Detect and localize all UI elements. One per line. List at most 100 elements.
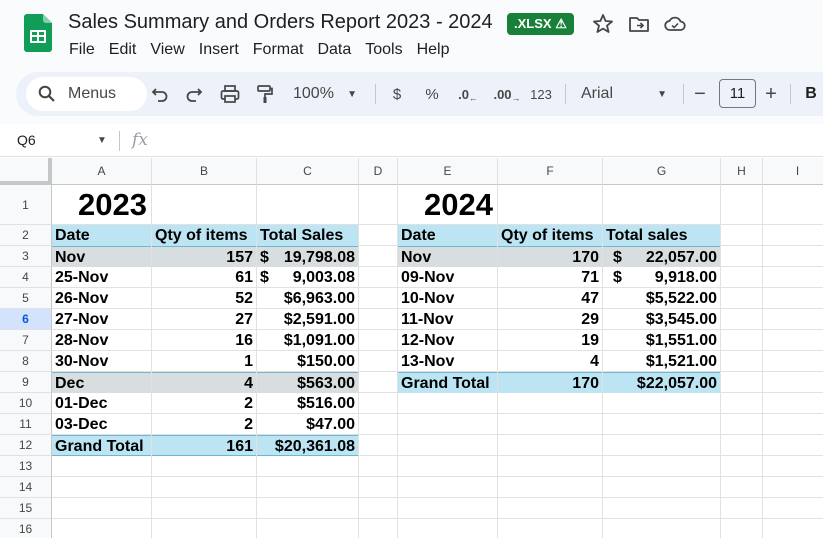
qty-cell[interactable]: 29 — [498, 309, 602, 330]
row-header-13[interactable]: 13 — [0, 456, 52, 477]
column-header-a[interactable]: A — [52, 158, 152, 185]
search-menus-button[interactable]: Menus — [26, 77, 147, 111]
qty-cell[interactable]: 170 — [498, 246, 602, 267]
decrease-decimal-button[interactable]: .0 ← — [455, 82, 481, 106]
print-icon[interactable] — [219, 82, 241, 106]
total-sales-cell[interactable]: $22,057.00 — [603, 372, 720, 393]
increase-decimal-button[interactable]: .00 → — [493, 82, 521, 106]
column-label[interactable]: Date — [52, 225, 151, 246]
redo-icon[interactable] — [184, 82, 204, 106]
undo-icon[interactable] — [150, 82, 170, 106]
year-heading[interactable]: 2024 — [424, 187, 493, 223]
menu-insert[interactable]: Insert — [192, 40, 246, 60]
row-header-9[interactable]: 9 — [0, 372, 52, 393]
paint-format-icon[interactable] — [255, 82, 275, 106]
date-cell[interactable]: 26-Nov — [52, 288, 151, 309]
row-header-3[interactable]: 3 — [0, 246, 52, 267]
date-cell[interactable]: 03-Dec — [52, 414, 151, 435]
total-sales-cell[interactable]: $150.00 — [257, 351, 358, 372]
date-cell[interactable]: 12-Nov — [398, 330, 497, 351]
total-sales-cell[interactable]: $1,091.00 — [257, 330, 358, 351]
total-sales-cell[interactable]: $1,521.00 — [603, 351, 720, 372]
menu-data[interactable]: Data — [310, 40, 358, 60]
date-cell[interactable]: Nov — [52, 246, 151, 267]
total-sales-cell[interactable]: $19,798.08 — [257, 246, 358, 267]
column-header-h[interactable]: H — [721, 158, 763, 185]
qty-cell[interactable]: 61 — [152, 267, 256, 288]
total-sales-cell[interactable]: $563.00 — [257, 372, 358, 393]
total-sales-cell[interactable]: $3,545.00 — [603, 309, 720, 330]
qty-cell[interactable]: 16 — [152, 330, 256, 351]
qty-cell[interactable]: 1 — [152, 351, 256, 372]
formula-input[interactable] — [160, 128, 810, 153]
date-cell[interactable]: Nov — [398, 246, 497, 267]
qty-cell[interactable]: 19 — [498, 330, 602, 351]
date-cell[interactable]: 30-Nov — [52, 351, 151, 372]
qty-cell[interactable]: 47 — [498, 288, 602, 309]
row-header-14[interactable]: 14 — [0, 477, 52, 498]
date-cell[interactable]: Grand Total — [398, 372, 497, 393]
row-header-6[interactable]: 6 — [0, 309, 52, 330]
menu-format[interactable]: Format — [246, 40, 311, 60]
qty-cell[interactable]: 157 — [152, 246, 256, 267]
column-label[interactable]: Date — [398, 225, 497, 246]
increase-font-size-button[interactable]: + — [763, 82, 779, 106]
chevron-down-icon[interactable]: ▼ — [97, 135, 107, 146]
date-cell[interactable]: Dec — [52, 372, 151, 393]
file-type-badge[interactable]: .XLSX ⚠ — [507, 13, 574, 35]
font-size-input[interactable]: 11 — [719, 79, 756, 108]
percent-format-button[interactable]: % — [424, 82, 440, 106]
year-heading[interactable]: 2023 — [78, 187, 147, 223]
column-header-c[interactable]: C — [257, 158, 359, 185]
cloud-saved-icon[interactable] — [663, 12, 687, 36]
date-cell[interactable]: 11-Nov — [398, 309, 497, 330]
qty-cell[interactable]: 2 — [152, 393, 256, 414]
total-sales-cell[interactable]: $22,057.00 — [603, 246, 720, 267]
total-sales-cell[interactable]: $9,918.00 — [603, 267, 720, 288]
total-sales-cell[interactable]: $9,003.08 — [257, 267, 358, 288]
font-family-select[interactable]: Arial ▼ — [581, 82, 667, 106]
name-box[interactable]: Q6 — [17, 132, 36, 148]
column-header-g[interactable]: G — [603, 158, 721, 185]
date-cell[interactable]: 13-Nov — [398, 351, 497, 372]
row-header-11[interactable]: 11 — [0, 414, 52, 435]
move-folder-icon[interactable] — [627, 12, 651, 36]
total-sales-cell[interactable]: $47.00 — [257, 414, 358, 435]
row-header-15[interactable]: 15 — [0, 498, 52, 519]
date-cell[interactable]: 27-Nov — [52, 309, 151, 330]
menu-edit[interactable]: Edit — [102, 40, 144, 60]
qty-cell[interactable]: 71 — [498, 267, 602, 288]
currency-format-button[interactable]: $ — [390, 82, 404, 106]
menu-view[interactable]: View — [143, 40, 191, 60]
spreadsheet-grid[interactable]: A B C D E F G H I 1 2 3 4 5 6 7 8 9 10 1… — [0, 158, 823, 538]
qty-cell[interactable]: 4 — [152, 372, 256, 393]
menu-tools[interactable]: Tools — [358, 40, 409, 60]
row-header-16[interactable]: 16 — [0, 519, 52, 538]
column-header-d[interactable]: D — [359, 158, 398, 185]
total-sales-cell[interactable]: $2,591.00 — [257, 309, 358, 330]
column-header-b[interactable]: B — [152, 158, 257, 185]
column-header-f[interactable]: F — [498, 158, 603, 185]
zoom-select[interactable]: 100% ▼ — [293, 82, 357, 106]
date-cell[interactable]: 10-Nov — [398, 288, 497, 309]
select-all-corner[interactable] — [0, 158, 52, 185]
row-header-8[interactable]: 8 — [0, 351, 52, 372]
date-cell[interactable]: 25-Nov — [52, 267, 151, 288]
row-header-5[interactable]: 5 — [0, 288, 52, 309]
row-header-4[interactable]: 4 — [0, 267, 52, 288]
column-label[interactable]: Total sales — [603, 225, 720, 246]
date-cell[interactable]: Grand Total — [52, 435, 151, 456]
star-icon[interactable] — [591, 12, 615, 36]
qty-cell[interactable]: 161 — [152, 435, 256, 456]
column-label[interactable]: Qty of items — [152, 225, 256, 246]
date-cell[interactable]: 09-Nov — [398, 267, 497, 288]
total-sales-cell[interactable]: $516.00 — [257, 393, 358, 414]
total-sales-cell[interactable]: $20,361.08 — [257, 435, 358, 456]
total-sales-cell[interactable]: $5,522.00 — [603, 288, 720, 309]
row-header-1[interactable]: 1 — [0, 185, 52, 225]
menu-file[interactable]: File — [62, 40, 102, 60]
row-header-12[interactable]: 12 — [0, 435, 52, 456]
decrease-font-size-button[interactable]: − — [692, 82, 708, 106]
menu-help[interactable]: Help — [410, 40, 457, 60]
row-header-7[interactable]: 7 — [0, 330, 52, 351]
